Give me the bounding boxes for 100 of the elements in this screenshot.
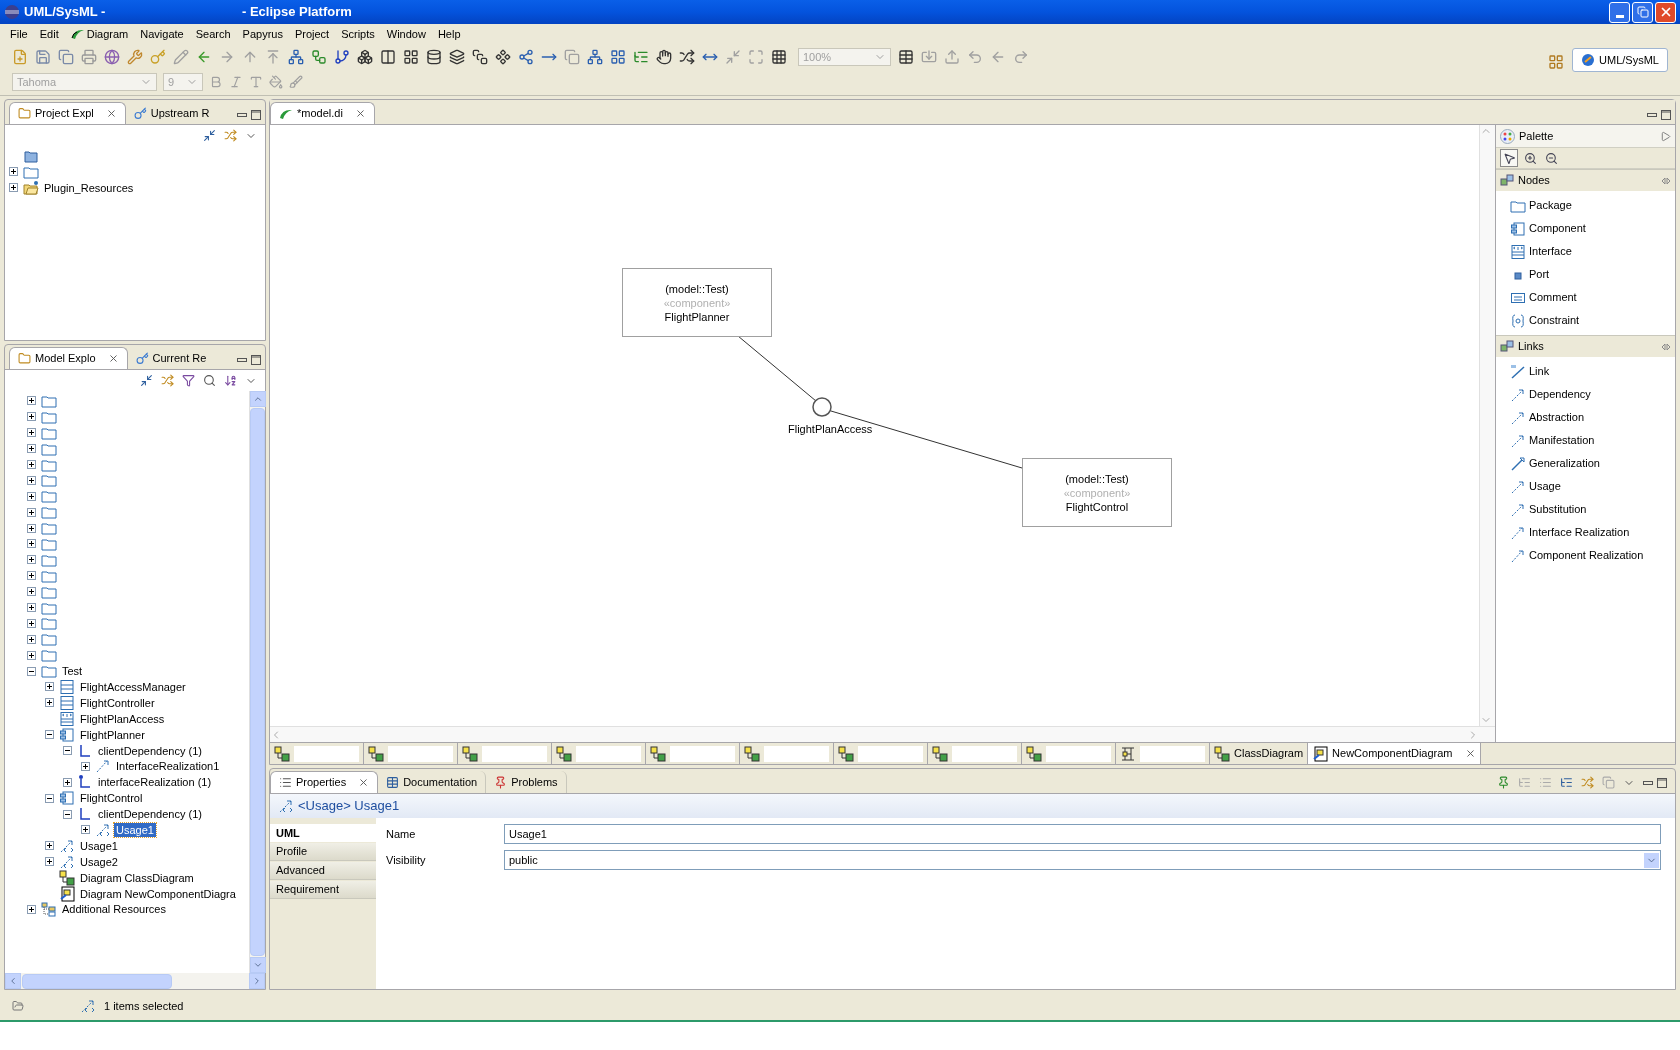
menu-item[interactable]: Search — [189, 25, 237, 43]
expand-toggle[interactable] — [27, 396, 36, 406]
menu-item[interactable]: Scripts — [335, 25, 381, 43]
collapse-all-icon[interactable] — [203, 129, 216, 142]
menu-item[interactable]: Project — [288, 25, 336, 43]
menu-item[interactable]: Papyrus — [236, 25, 289, 43]
close-icon[interactable] — [1464, 748, 1476, 759]
palette-drawer[interactable]: Links — [1496, 335, 1675, 357]
name-field[interactable]: Usage1 — [504, 824, 1661, 844]
select-all-icon[interactable] — [771, 49, 787, 65]
expand-toggle[interactable] — [63, 746, 72, 756]
menu-item[interactable]: Diagram — [64, 25, 135, 43]
tree-item[interactable]: FlightController — [78, 695, 157, 710]
expand-toggle[interactable] — [27, 491, 36, 501]
expand-toggle[interactable] — [45, 841, 54, 851]
menu-item[interactable]: Help — [431, 25, 467, 43]
collapse-all-icon[interactable] — [140, 374, 153, 387]
expand-toggle[interactable] — [81, 761, 90, 771]
expand-toggle[interactable] — [45, 698, 54, 708]
expand-toggle[interactable] — [27, 650, 36, 660]
minimize-icon[interactable] — [1647, 113, 1657, 117]
component-box[interactable]: (model::Test) «component» FlightPlanner — [622, 268, 772, 337]
minimize-icon[interactable] — [1643, 780, 1653, 785]
expand-toggle[interactable] — [27, 571, 36, 581]
expand-toggle[interactable] — [27, 666, 36, 676]
expand-toggle[interactable] — [27, 523, 36, 533]
expand-toggle[interactable] — [27, 460, 36, 469]
layers-icon[interactable] — [449, 49, 465, 65]
palette-item[interactable]: Component Realization — [1496, 544, 1675, 567]
palette-item[interactable]: Dependency — [1496, 383, 1675, 406]
palette-item[interactable]: Interface — [1496, 240, 1675, 263]
minimize-button[interactable] — [1609, 1, 1630, 23]
link-editor-icon[interactable] — [161, 374, 174, 387]
maximize-icon[interactable] — [1657, 777, 1667, 788]
sort-icon[interactable] — [224, 374, 237, 387]
expand-toggle[interactable] — [27, 412, 36, 422]
hand-icon[interactable] — [656, 49, 672, 65]
grid-layout-icon[interactable] — [403, 49, 419, 65]
view-tab[interactable]: Properties — [270, 771, 379, 793]
tree-item[interactable]: clientDependency (1) — [96, 807, 204, 822]
expand-toggle[interactable] — [45, 793, 54, 803]
tree-item[interactable]: Diagram NewComponentDiagra — [78, 886, 238, 901]
tree-item[interactable]: FlightAccessManager — [78, 679, 188, 694]
palette-item[interactable]: Generalization — [1496, 452, 1675, 475]
editor-tab[interactable]: *model.di — [270, 102, 375, 124]
menu-item[interactable]: Window — [380, 25, 432, 43]
arrange-icon[interactable] — [610, 49, 626, 65]
collapse-palette-icon[interactable] — [1660, 130, 1671, 142]
fill-color-icon[interactable] — [269, 75, 283, 89]
menu-item[interactable]: File — [4, 25, 34, 43]
tree-item[interactable]: interfaceRealization (1) — [96, 775, 214, 790]
restore-button[interactable] — [1632, 1, 1653, 23]
columns-icon[interactable] — [380, 49, 396, 65]
tree-item[interactable]: Additional Resources — [60, 902, 168, 917]
view-tab[interactable]: Upstream R — [125, 102, 218, 124]
tree-item[interactable]: Test — [60, 664, 85, 679]
tree-item[interactable]: Usage2 — [78, 854, 120, 869]
tree-item[interactable]: clientDependency (1) — [96, 743, 204, 758]
open-perspective-icon[interactable] — [1548, 54, 1565, 70]
expand-toggle[interactable] — [45, 682, 54, 692]
palette-item[interactable]: Link — [1496, 360, 1675, 383]
share-icon[interactable] — [518, 49, 534, 65]
tree-item[interactable]: FlightControl — [78, 791, 145, 806]
close-icon[interactable] — [354, 108, 366, 119]
select-tool[interactable] — [1500, 149, 1518, 167]
stack-icon[interactable] — [472, 49, 488, 65]
palette-item[interactable]: Package — [1496, 194, 1675, 217]
palette-item[interactable]: Interface Realization — [1496, 521, 1675, 544]
palette-item[interactable]: Manifestation — [1496, 429, 1675, 452]
branch-icon[interactable] — [334, 49, 350, 65]
palette-item[interactable]: Abstraction — [1496, 406, 1675, 429]
maximize-icon[interactable] — [251, 110, 261, 120]
network-icon[interactable] — [587, 49, 603, 65]
close-icon[interactable] — [107, 353, 119, 364]
expand-toggle[interactable] — [27, 587, 36, 597]
line-color-icon[interactable] — [289, 75, 303, 89]
expand-toggle[interactable] — [45, 730, 54, 740]
palette-item[interactable]: Substitution — [1496, 498, 1675, 521]
expand-toggle[interactable] — [81, 825, 90, 835]
wrench-icon[interactable] — [127, 49, 143, 65]
palette-item[interactable]: Port — [1496, 263, 1675, 286]
interface-circle[interactable] — [812, 397, 832, 417]
close-button[interactable] — [1655, 1, 1676, 23]
expand-toggle[interactable] — [27, 618, 36, 628]
back-icon[interactable] — [196, 49, 212, 65]
expand-toggle[interactable] — [63, 777, 72, 787]
menu-item[interactable]: Edit — [33, 25, 65, 43]
expand-toggle[interactable] — [27, 507, 36, 517]
minimize-icon[interactable] — [237, 113, 247, 117]
expand-toggle[interactable] — [27, 428, 36, 438]
expand-toggle[interactable] — [45, 857, 54, 867]
save-all-icon[interactable] — [58, 49, 74, 65]
tree-item[interactable]: FlightPlanner — [78, 727, 147, 742]
tree-item[interactable]: FlightPlanAccess — [78, 711, 167, 726]
section-tab[interactable]: UML — [270, 824, 376, 842]
expand-toggle[interactable] — [27, 555, 36, 565]
component-box[interactable]: (model::Test) «component» FlightControl — [1022, 458, 1172, 527]
expand-toggle[interactable] — [27, 603, 36, 612]
boxes-icon[interactable] — [357, 49, 373, 65]
minimize-icon[interactable] — [237, 358, 247, 362]
